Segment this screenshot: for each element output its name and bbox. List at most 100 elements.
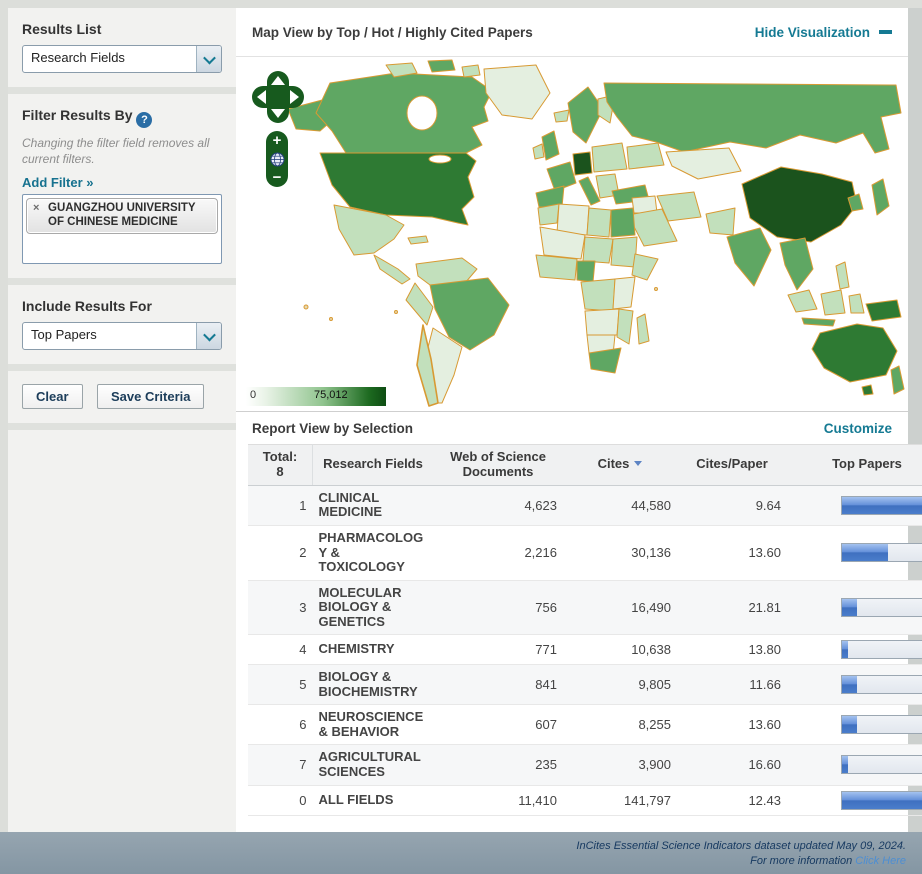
- top-papers-bar: 5: [841, 715, 922, 735]
- row-documents: 11,410: [433, 785, 563, 816]
- include-results-selected-value: Top Papers: [31, 327, 97, 343]
- chevron-down-icon: [202, 51, 216, 64]
- map-pan-control[interactable]: [252, 71, 304, 123]
- results-list-select[interactable]: Research Fields: [22, 45, 222, 73]
- top-papers-bar-fill: [842, 641, 848, 659]
- top-papers-bar: 15: [841, 543, 922, 563]
- sidebar: Results List Research Fields Filter Resu…: [8, 8, 236, 832]
- row-top-papers-cell: 5: [787, 664, 922, 706]
- click-here-link[interactable]: Click Here: [855, 855, 906, 867]
- top-papers-bar-fill: [842, 544, 889, 562]
- clear-button[interactable]: Clear: [22, 384, 83, 410]
- table-row: 4 CHEMISTRY 771 10,638 13.80 1: [248, 634, 922, 666]
- help-icon[interactable]: ?: [136, 112, 153, 128]
- include-results-dropdown-button[interactable]: [196, 323, 221, 350]
- table-row: 2 PHARMACOLOGY & TOXICOLOGY 2,216 30,136…: [248, 525, 922, 581]
- row-cites-per-paper: 13.80: [677, 634, 787, 666]
- hide-visualization-link[interactable]: Hide Visualization: [755, 25, 892, 40]
- table-row: 7 AGRICULTURAL SCIENCES 235 3,900 16.60 …: [248, 744, 922, 786]
- sort-caret-icon: [634, 461, 643, 467]
- chevron-down-icon: [202, 328, 216, 342]
- include-results-section: Include Results For Top Papers: [8, 285, 236, 365]
- globe-icon[interactable]: [270, 152, 285, 167]
- report-table: Total: 8 Research Fields Web of Science …: [248, 444, 922, 816]
- column-header-research-fields[interactable]: Research Fields: [312, 444, 433, 486]
- table-row: 5 BIOLOGY & BIOCHEMISTRY 841 9,805 11.66…: [248, 664, 922, 706]
- add-filter-link[interactable]: Add Filter »: [22, 175, 222, 190]
- row-field-link[interactable]: AGRICULTURAL SCIENCES: [312, 744, 433, 786]
- column-header-cites-per-paper[interactable]: Cites/Paper: [677, 444, 787, 486]
- row-cites-per-paper: 13.60: [677, 704, 787, 746]
- remove-filter-icon[interactable]: ×: [33, 202, 39, 215]
- footer-dataset-note: InCites Essential Science Indicators dat…: [576, 840, 906, 852]
- filter-chip-label: GUANGZHOU UNIVERSITY OF CHINESE MEDICINE: [48, 202, 196, 228]
- row-documents: 841: [433, 664, 563, 706]
- report-title: Report View by Selection: [252, 420, 414, 436]
- table-header-row: Total: 8 Research Fields Web of Science …: [248, 444, 922, 486]
- row-rank: 6: [248, 704, 313, 746]
- top-papers-bar-fill: [842, 676, 858, 694]
- legend-max-value: 75,012: [314, 389, 348, 401]
- zoom-out-button[interactable]: −: [273, 170, 282, 185]
- row-cites: 8,255: [563, 704, 677, 746]
- row-cites: 9,805: [563, 664, 677, 706]
- row-top-papers-cell: 78: [787, 785, 922, 816]
- map-header: Map View by Top / Hot / Highly Cited Pap…: [236, 8, 908, 57]
- row-field-link[interactable]: NEUROSCIENCE & BEHAVIOR: [312, 704, 433, 746]
- collapse-minus-icon: [879, 30, 892, 34]
- table-row: 1 CLINICAL MEDICINE 4,623 44,580 9.64 31: [248, 485, 922, 526]
- top-papers-bar: 5: [841, 675, 922, 695]
- include-results-heading: Include Results For: [22, 298, 152, 315]
- row-top-papers-cell: 31: [787, 485, 922, 526]
- row-top-papers-cell: 1: [787, 744, 922, 786]
- top-papers-bar: 78: [841, 790, 922, 810]
- map-legend: 0 75,012: [246, 387, 386, 406]
- save-criteria-button[interactable]: Save Criteria: [96, 384, 205, 410]
- row-top-papers-cell: 1: [787, 634, 922, 666]
- results-list-dropdown-button[interactable]: [196, 46, 221, 72]
- column-header-documents[interactable]: Web of Science Documents: [433, 444, 563, 486]
- top-papers-bar: 1: [841, 640, 922, 660]
- row-field-link[interactable]: BIOLOGY & BIOCHEMISTRY: [312, 664, 433, 706]
- table-row: 6 NEUROSCIENCE & BEHAVIOR 607 8,255 13.6…: [248, 704, 922, 746]
- row-documents: 235: [433, 744, 563, 786]
- include-results-select[interactable]: Top Papers: [22, 322, 222, 351]
- row-rank: 0: [248, 785, 313, 816]
- row-documents: 2,216: [433, 525, 563, 581]
- top-papers-bar-fill: [842, 496, 922, 514]
- actions-section: Clear Save Criteria: [8, 371, 236, 424]
- world-map[interactable]: [236, 57, 908, 407]
- column-header-cites[interactable]: Cites: [563, 444, 677, 486]
- filter-by-heading: Filter Results By?: [22, 107, 222, 128]
- column-header-top-papers[interactable]: Top Papers: [787, 444, 922, 486]
- top-papers-bar-fill: [842, 756, 848, 774]
- row-field-link[interactable]: CLINICAL MEDICINE: [312, 485, 433, 526]
- footer: InCites Essential Science Indicators dat…: [0, 832, 922, 874]
- row-rank: 4: [248, 634, 313, 666]
- map-zoom-control[interactable]: + −: [266, 131, 288, 187]
- row-documents: 607: [433, 704, 563, 746]
- zoom-in-button[interactable]: +: [273, 133, 282, 148]
- map-view: + − 0 75,012: [236, 57, 908, 411]
- row-documents: 4,623: [433, 485, 563, 526]
- active-filters-box[interactable]: × GUANGZHOU UNIVERSITY OF CHINESE MEDICI…: [22, 194, 222, 265]
- row-cites: 10,638: [563, 634, 677, 666]
- row-rank: 3: [248, 580, 313, 636]
- row-field-link[interactable]: ALL FIELDS: [312, 785, 433, 816]
- row-cites-per-paper: 11.66: [677, 664, 787, 706]
- esi-app-window: Results List Research Fields Filter Resu…: [0, 0, 922, 874]
- row-field-link[interactable]: PHARMACOLOGY & TOXICOLOGY: [312, 525, 433, 581]
- row-top-papers-cell: 5: [787, 704, 922, 746]
- row-cites: 141,797: [563, 785, 677, 816]
- top-papers-bar: 5: [841, 597, 922, 617]
- filter-note: Changing the filter field removes all cu…: [22, 136, 210, 166]
- row-field-link[interactable]: CHEMISTRY: [312, 634, 433, 666]
- customize-link[interactable]: Customize: [824, 421, 892, 436]
- map-countries[interactable]: [287, 59, 905, 407]
- filter-chip[interactable]: × GUANGZHOU UNIVERSITY OF CHINESE MEDICI…: [26, 198, 218, 235]
- report-table-body: 1 CLINICAL MEDICINE 4,623 44,580 9.64 31…: [248, 485, 922, 816]
- row-cites-per-paper: 21.81: [677, 580, 787, 636]
- row-cites-per-paper: 16.60: [677, 744, 787, 786]
- row-field-link[interactable]: MOLECULAR BIOLOGY & GENETICS: [312, 580, 433, 636]
- results-list-section: Results List Research Fields: [8, 8, 236, 87]
